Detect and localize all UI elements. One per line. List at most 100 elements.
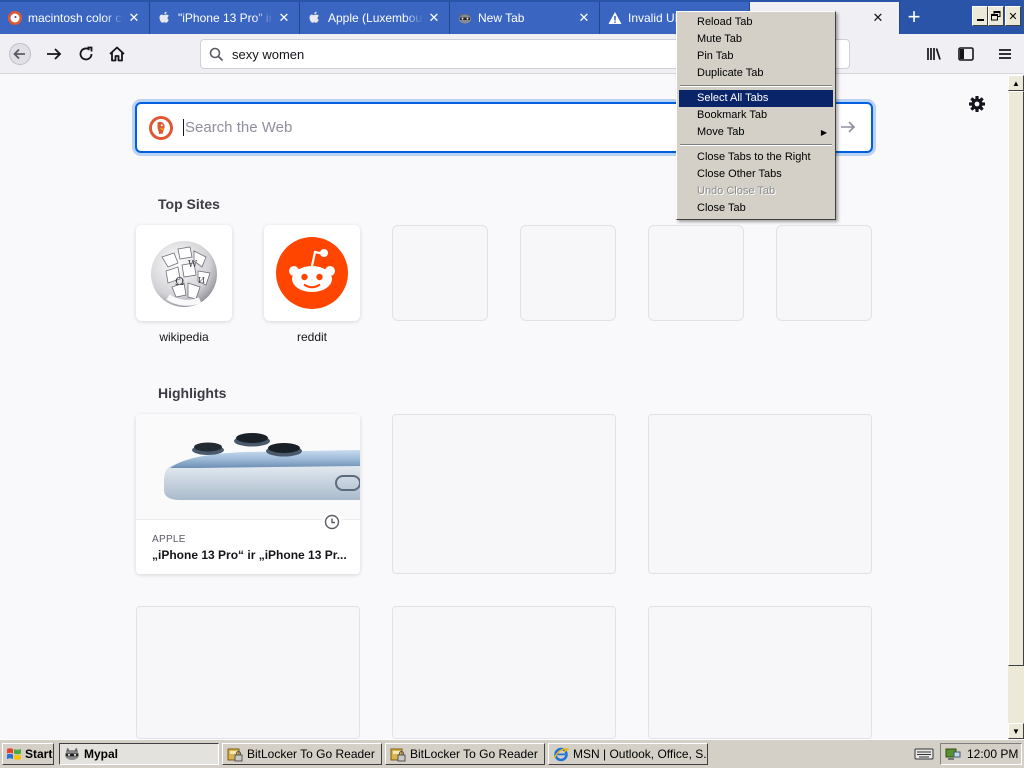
menu-item-bookmark-tab[interactable]: Bookmark Tab xyxy=(679,107,833,124)
apple-icon xyxy=(308,11,322,25)
scroll-thumb[interactable] xyxy=(1008,91,1024,666)
taskbar-item-mypal[interactable]: Mypal xyxy=(59,743,219,765)
iphone-camera-image xyxy=(164,433,360,500)
highlight-empty xyxy=(648,414,872,574)
restore-icon xyxy=(991,11,1001,21)
taskbar-item-bitlocker-1[interactable]: BitLocker To Go Reader xyxy=(222,743,382,765)
tab-apple-lux[interactable]: Apple (Luxembourg ✕ xyxy=(300,2,450,34)
scroll-down-button[interactable]: ▼ xyxy=(1008,723,1024,739)
close-window-button[interactable]: ✕ xyxy=(1005,6,1021,26)
highlight-source: APPLE xyxy=(152,534,186,545)
menu-item-label: Move Tab xyxy=(697,126,745,138)
up-arrow-icon: ▲ xyxy=(1012,78,1020,88)
clock: 12:00 PM xyxy=(967,747,1019,761)
menu-item-undo-close-tab: Undo Close Tab xyxy=(679,183,833,200)
tab-close-icon[interactable]: ✕ xyxy=(127,10,141,25)
menu-item-mute-tab[interactable]: Mute Tab xyxy=(679,31,833,48)
menu-separator xyxy=(679,82,833,90)
menu-item-label: Close Tabs to the Right xyxy=(697,151,811,163)
menu-button[interactable] xyxy=(989,38,1021,70)
keyboard-icon[interactable] xyxy=(914,747,934,761)
menu-item-select-all-tabs[interactable]: Select All Tabs xyxy=(679,90,833,107)
new-tab-button[interactable]: + xyxy=(900,4,928,30)
minimize-button[interactable] xyxy=(972,6,988,26)
highlight-empty xyxy=(392,606,616,739)
tab-macintosh[interactable]: macintosh color cla ✕ xyxy=(0,2,150,34)
top-site-empty[interactable] xyxy=(520,225,616,321)
top-site-wikipedia[interactable]: Ω W И xyxy=(136,225,232,321)
svg-text:Ω: Ω xyxy=(175,275,184,288)
menu-item-reload-tab[interactable]: Reload Tab xyxy=(679,14,833,31)
tab-newtab[interactable]: New Tab ✕ xyxy=(450,2,600,34)
tab-close-icon[interactable]: ✕ xyxy=(577,10,591,25)
sidebar-button[interactable] xyxy=(950,38,982,70)
tab-close-icon[interactable]: ✕ xyxy=(427,10,441,25)
top-site-empty[interactable] xyxy=(392,225,488,321)
network-icon[interactable] xyxy=(945,746,961,762)
menu-item-close-other-tabs[interactable]: Close Other Tabs xyxy=(679,166,833,183)
top-site-reddit[interactable] xyxy=(264,225,360,321)
duckduckgo-icon xyxy=(149,115,173,140)
personalize-button[interactable] xyxy=(966,93,988,115)
scroll-up-button[interactable]: ▲ xyxy=(1008,75,1024,91)
start-label: Start xyxy=(25,747,53,761)
top-site-label: wikipedia xyxy=(159,330,209,344)
raccoon-icon xyxy=(458,11,472,25)
menu-item-label: Mute Tab xyxy=(697,33,743,45)
taskbar: Start Mypal BitLocker To Go Reader BitLo… xyxy=(0,739,1024,768)
menu-item-label: Select All Tabs xyxy=(697,92,769,104)
sidebar-icon xyxy=(958,47,974,61)
tab-title: New Tab xyxy=(478,11,525,25)
home-icon xyxy=(109,46,125,62)
tab-context-menu: Reload Tab Mute Tab Pin Tab Duplicate Ta… xyxy=(676,11,836,220)
menu-item-label: Duplicate Tab xyxy=(697,67,764,79)
home-button[interactable] xyxy=(101,38,133,70)
reload-button[interactable] xyxy=(70,38,102,70)
search-arrow-icon[interactable] xyxy=(839,118,857,136)
library-button[interactable] xyxy=(918,38,950,70)
highlight-thumbnail xyxy=(136,414,360,520)
reload-icon xyxy=(79,46,93,61)
hamburger-menu-icon xyxy=(999,49,1011,59)
menu-item-duplicate-tab[interactable]: Duplicate Tab xyxy=(679,65,833,82)
down-arrow-icon: ▼ xyxy=(1012,726,1020,736)
minimize-icon xyxy=(976,19,984,21)
search-icon xyxy=(209,47,224,61)
taskbar-item-label: BitLocker To Go Reader xyxy=(247,747,375,761)
tab-title: "iPhone 13 Pro" ir xyxy=(178,11,273,25)
taskbar-item-label: BitLocker To Go Reader xyxy=(410,747,538,761)
submenu-arrow-icon: ▶ xyxy=(820,128,827,137)
menu-item-close-tabs-right[interactable]: Close Tabs to the Right xyxy=(679,149,833,166)
forward-button[interactable] xyxy=(38,38,70,70)
new-tab-page: Search the Web Top Sites Ω W И wikipedia… xyxy=(0,75,1008,739)
tab-close-icon[interactable]: ✕ xyxy=(871,10,885,25)
reddit-icon xyxy=(276,237,348,309)
taskbar-item-msn[interactable]: MSN | Outlook, Office, S... xyxy=(548,743,708,765)
highlight-empty xyxy=(136,606,360,739)
highlight-empty xyxy=(392,414,616,574)
top-site-empty[interactable] xyxy=(776,225,872,321)
start-button[interactable]: Start xyxy=(2,743,54,765)
top-site-empty[interactable] xyxy=(648,225,744,321)
warning-icon xyxy=(608,11,622,25)
back-button[interactable] xyxy=(4,38,36,70)
tab-close-icon[interactable]: ✕ xyxy=(277,10,291,25)
system-tray: 12:00 PM xyxy=(940,743,1022,765)
vertical-scrollbar[interactable]: ▲ ▼ xyxy=(1008,75,1024,739)
nav-bar: sexy women xyxy=(0,34,1024,74)
highlight-card[interactable]: APPLE „iPhone 13 Pro“ ir „iPhone 13 Pr..… xyxy=(136,414,360,574)
menu-item-label: Pin Tab xyxy=(697,50,734,62)
menu-item-move-tab[interactable]: Move Tab ▶ xyxy=(679,124,833,141)
forward-arrow-icon xyxy=(47,48,62,60)
restore-button[interactable] xyxy=(988,6,1004,26)
tab-title: Apple (Luxembourg xyxy=(328,11,423,25)
duckduckgo-icon xyxy=(8,11,22,25)
menu-separator xyxy=(679,141,833,149)
tab-iphone[interactable]: "iPhone 13 Pro" ir ✕ xyxy=(150,2,300,34)
taskbar-item-bitlocker-2[interactable]: BitLocker To Go Reader xyxy=(385,743,545,765)
menu-item-close-tab[interactable]: Close Tab xyxy=(679,200,833,217)
top-site-label: reddit xyxy=(296,330,328,344)
wikipedia-icon: Ω W И xyxy=(151,241,217,307)
url-text: sexy women xyxy=(232,46,305,62)
menu-item-pin-tab[interactable]: Pin Tab xyxy=(679,48,833,65)
